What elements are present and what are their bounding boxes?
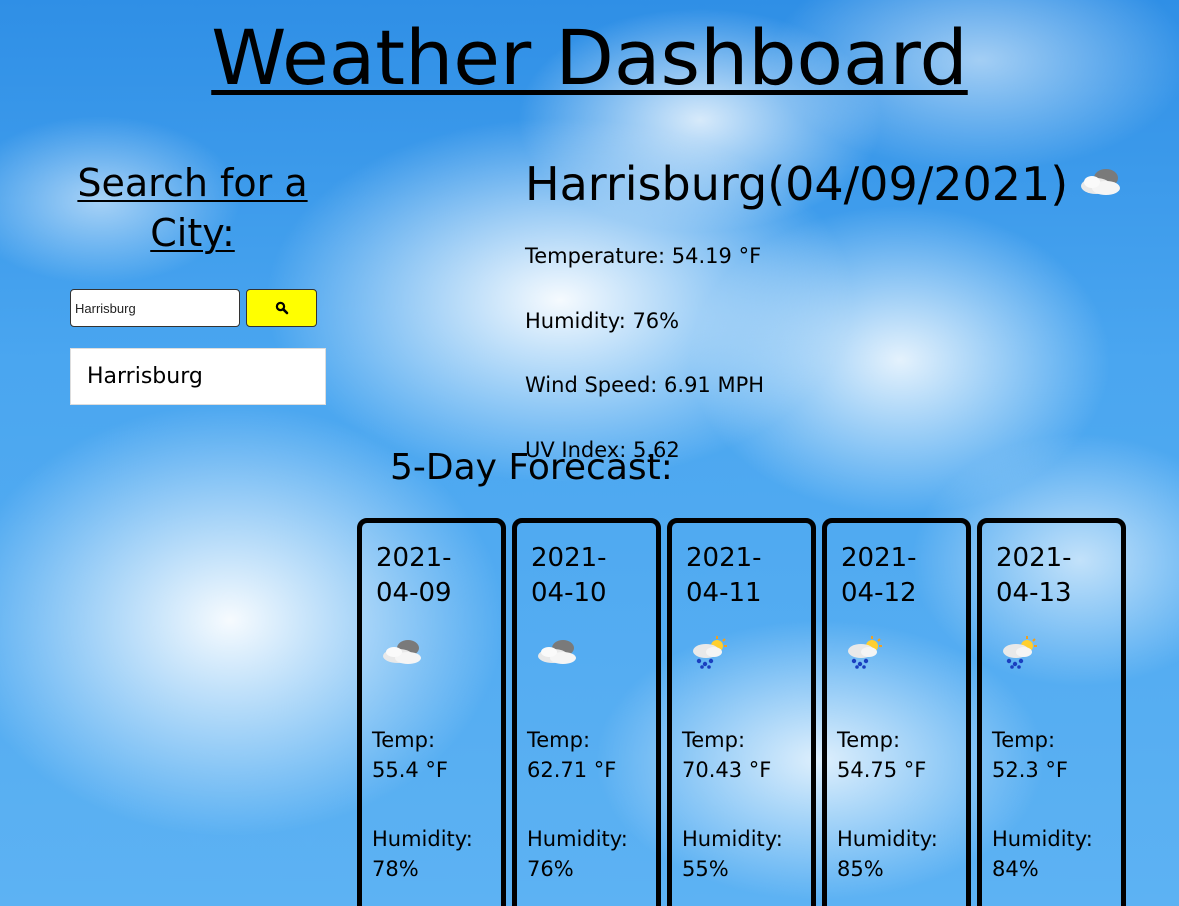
forecast-humidity-label: Humidity: [682,827,783,851]
forecast-temp-label: Temp: [527,728,591,752]
search-history-item[interactable]: Harrisburg [70,348,326,405]
broken-clouds-icon [535,635,581,673]
page-title-text: Weather Dashboard [211,13,968,102]
forecast-humidity-label: Humidity: [837,827,938,851]
forecast-temp: 70.43 °F [682,758,772,782]
forecast-card: 2021-04-12 Temp: 54.75 °F Humidity: 85% [822,518,971,906]
forecast-temp-label: Temp: [837,728,901,752]
forecast-card: 2021-04-10 Temp: 62.71 °F Humidity: 76% [512,518,661,906]
rain-sun-icon [690,635,730,673]
forecast-humidity: 85% [837,857,884,881]
current-city: Harrisburg [525,157,768,211]
current-humidity: Humidity: 76% [525,309,680,333]
forecast-temp-label: Temp: [372,728,436,752]
forecast-card: 2021-04-09 Temp: 55.4 °F Humidity: 78% [357,518,506,906]
search-history-label: Harrisburg [87,364,203,389]
current-date: (04/09/2021) [767,157,1069,211]
forecast-date: 2021-04-11 [686,543,762,608]
forecast-humidity: 76% [527,857,574,881]
forecast-humidity: 84% [992,857,1039,881]
broken-clouds-icon [1078,152,1124,216]
current-weather-title: Harrisburg (04/09/2021) [525,152,1124,216]
forecast-temp: 52.3 °F [992,758,1069,782]
forecast-humidity: 55% [682,857,729,881]
rain-sun-icon [845,635,885,673]
current-temperature: Temperature: 54.19 °F [525,244,762,268]
current-wind-speed: Wind Speed: 6.91 MPH [525,373,765,397]
forecast-date: 2021-04-12 [841,543,917,608]
broken-clouds-icon [380,635,426,673]
forecast-heading: 5-Day Forecast: [390,447,673,488]
forecast-date: 2021-04-09 [376,543,452,608]
search-input[interactable] [70,289,240,327]
forecast-temp: 54.75 °F [837,758,927,782]
forecast-temp: 55.4 °F [372,758,449,782]
forecast-temp-label: Temp: [992,728,1056,752]
rain-sun-icon [1000,635,1040,673]
forecast-temp-label: Temp: [682,728,746,752]
forecast-date: 2021-04-10 [531,543,607,608]
forecast-date: 2021-04-13 [996,543,1072,608]
search-icon [275,301,288,315]
forecast-humidity-label: Humidity: [527,827,628,851]
search-button[interactable] [246,289,317,327]
forecast-humidity-label: Humidity: [372,827,473,851]
forecast-humidity: 78% [372,857,419,881]
search-heading: Search for a City: [77,161,308,255]
page-title: Weather Dashboard [0,8,1179,108]
forecast-card: 2021-04-11 Temp: 70.43 °F Humidity: 55% [667,518,816,906]
forecast-temp: 62.71 °F [527,758,617,782]
forecast-card: 2021-04-13 Temp: 52.3 °F Humidity: 84% [977,518,1126,906]
forecast-humidity-label: Humidity: [992,827,1093,851]
